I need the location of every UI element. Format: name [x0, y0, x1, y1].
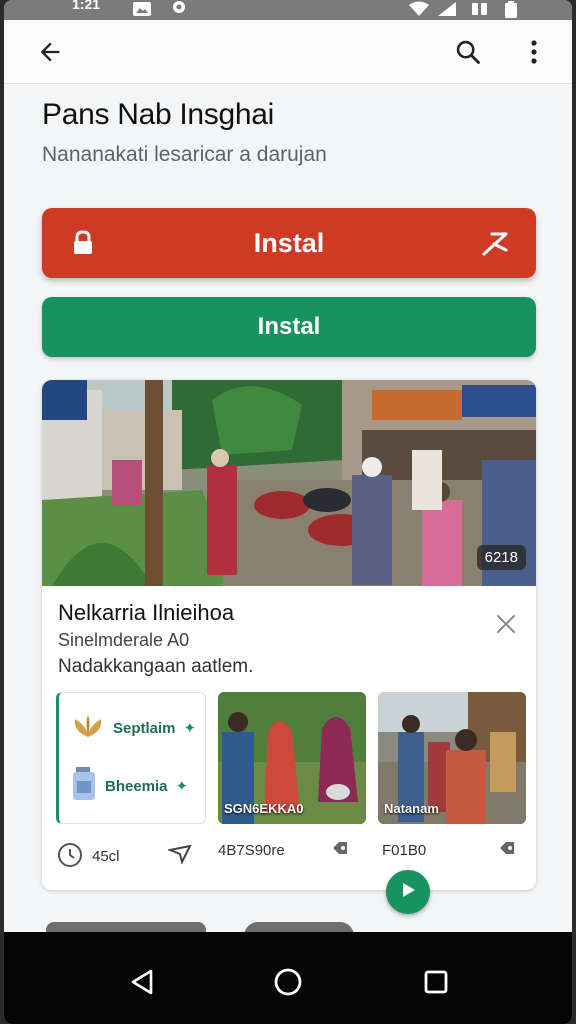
- tile-footer-text: F01B0: [382, 841, 427, 859]
- tile-footer: 45cl: [56, 840, 192, 872]
- install-button-primary-label: Instal: [253, 227, 325, 258]
- timer-icon: [56, 840, 84, 872]
- status-bar: 1:21: [4, 0, 572, 20]
- sparkle-icon: ✦: [175, 778, 189, 795]
- tile-photo-group[interactable]: SGN6EKKA0: [218, 692, 366, 824]
- tile-footer: 4B7S90re: [218, 840, 349, 860]
- hero-badge: 6218: [476, 545, 526, 570]
- tile-row: Bheemia ✦: [71, 767, 188, 805]
- tag-icon[interactable]: [331, 840, 349, 860]
- tile-caption: SGN6EKKA0: [224, 801, 304, 816]
- signal-icon: [436, 1, 458, 20]
- search-icon[interactable]: [448, 32, 488, 72]
- app-bar: [4, 20, 572, 84]
- image-icon: [132, 1, 152, 20]
- card-subtitle: Sinelmderale A0: [58, 630, 190, 650]
- tile-row-label: Bheemia: [105, 777, 168, 795]
- feature-card[interactable]: 6218 Nelkarria Ilnieihoa Sinelmderale A0…: [42, 380, 536, 890]
- tile-row: Septlaim ✦: [71, 713, 196, 743]
- tile-photo-street[interactable]: Natanam: [378, 692, 526, 824]
- dual-sim-icon: [470, 1, 490, 20]
- send-icon[interactable]: [166, 844, 192, 868]
- close-icon[interactable]: [494, 612, 518, 641]
- tile-caption: Natanam: [384, 801, 439, 816]
- sync-icon: [170, 1, 188, 20]
- play-fab-button[interactable]: [386, 870, 430, 914]
- battery-icon: [504, 1, 518, 22]
- tile-footer-text: 4B7S90re: [218, 841, 285, 859]
- install-button-primary[interactable]: Instal: [42, 208, 536, 278]
- tag-icon[interactable]: [498, 840, 516, 860]
- system-nav-bar: [4, 932, 572, 1024]
- tile-row-label: Septlaim: [113, 719, 176, 737]
- tile-footer: F01B0: [382, 840, 516, 860]
- hero-image: [42, 380, 536, 586]
- tile-footer-text: 45cl: [92, 847, 120, 865]
- phone-screen: 1:21 Pans Nab Insghai Nananakati lesaric…: [4, 0, 572, 1024]
- status-time: 1:21: [72, 0, 101, 12]
- sparkle-icon: ✦: [183, 720, 197, 737]
- install-button-secondary-label: Instal: [257, 313, 321, 340]
- card-title: Nelkarria Ilnieihoa: [58, 600, 235, 625]
- tile-category[interactable]: Septlaim ✦ Bheemia ✦: [56, 692, 206, 824]
- wifi-icon: [408, 1, 430, 20]
- more-vert-icon[interactable]: [514, 32, 554, 72]
- lock-icon: [72, 230, 94, 263]
- play-icon: [398, 880, 418, 905]
- install-button-secondary[interactable]: Instal: [42, 297, 536, 357]
- arrow-icon: [480, 228, 510, 265]
- leaf-icon: [71, 713, 105, 743]
- page-title: Pans Nab Insghai: [42, 98, 275, 131]
- page-subtitle: Nananakati lesaricar a darujan: [42, 143, 327, 166]
- back-triangle-icon[interactable]: [122, 962, 162, 1002]
- jar-icon: [71, 767, 97, 805]
- card-description: Nadakkangaan aatlem.: [58, 656, 254, 677]
- recents-square-icon[interactable]: [416, 962, 456, 1002]
- home-circle-icon[interactable]: [268, 962, 308, 1002]
- back-arrow-icon[interactable]: [30, 32, 70, 72]
